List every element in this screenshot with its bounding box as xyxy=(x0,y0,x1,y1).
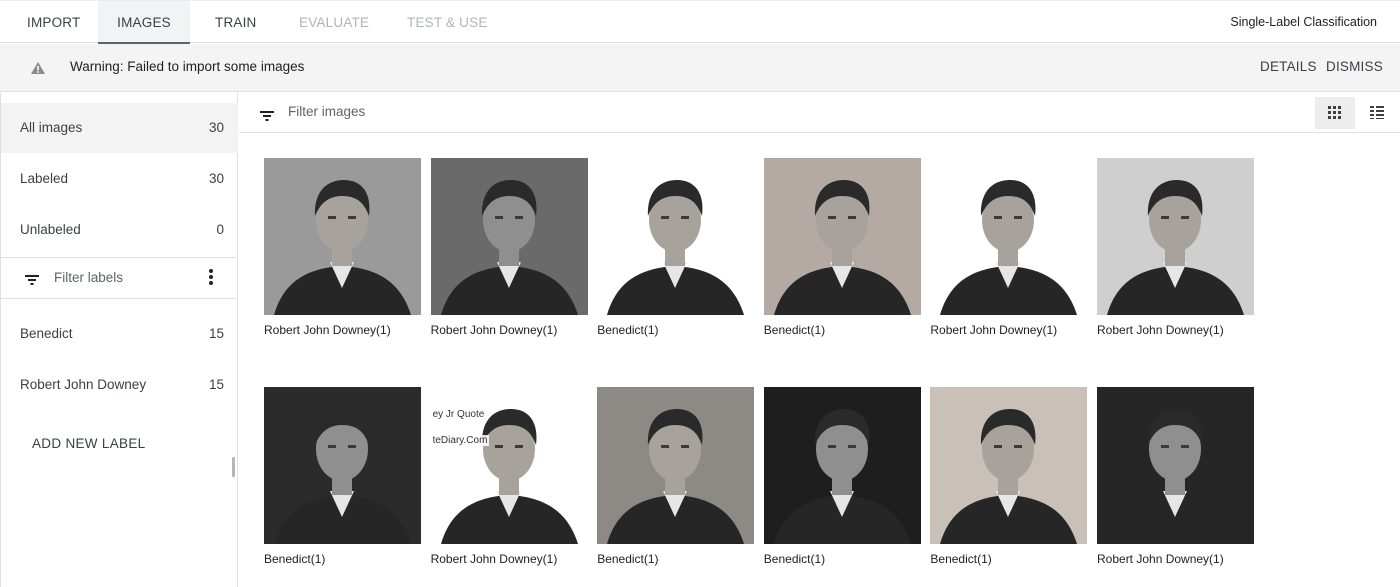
image-caption: Robert John Downey(1) xyxy=(1097,552,1224,566)
portrait-thumbnail[interactable] xyxy=(763,158,921,315)
sidebar-item-label: All images xyxy=(20,120,83,135)
filter-icon xyxy=(260,108,274,124)
tab-train[interactable]: TRAIN xyxy=(215,1,257,44)
sidebar-item-label: Unlabeled xyxy=(20,222,81,237)
portrait-thumbnail[interactable] xyxy=(597,158,755,315)
tab-import[interactable]: IMPORT xyxy=(27,1,80,44)
image-card[interactable]: Benedict(1) xyxy=(597,158,755,337)
portrait-thumbnail[interactable] xyxy=(1097,387,1254,544)
image-caption: Robert John Downey(1) xyxy=(264,323,391,337)
grid-view-button[interactable] xyxy=(1315,97,1355,129)
image-card[interactable]: Robert John Downey(1) xyxy=(1097,158,1255,337)
tab-evaluate: EVALUATE xyxy=(299,15,370,30)
sidebar-item-count: 30 xyxy=(208,171,224,186)
image-card[interactable]: Robert John Downey(1) xyxy=(1097,387,1255,566)
portrait-thumbnail[interactable] xyxy=(430,158,588,315)
filter-labels-field[interactable]: Filter labels xyxy=(1,258,238,298)
classification-mode-label: Single-Label Classification xyxy=(1230,15,1377,29)
sidebar-item-label: Robert John Downey xyxy=(20,377,147,392)
image-card[interactable]: ey Jr Quote teDiary.Com Robert John Downey… xyxy=(430,387,589,566)
sidebar-scrollbar[interactable] xyxy=(232,457,235,477)
portrait-thumbnail[interactable] xyxy=(930,387,1088,544)
image-card[interactable]: Benedict(1) xyxy=(930,387,1088,566)
image-card[interactable]: Benedict(1) xyxy=(763,158,922,337)
portrait-thumbnail[interactable] xyxy=(930,158,1088,315)
image-overlay-text: ey Jr Quote xyxy=(430,409,487,420)
more-options-icon[interactable] xyxy=(207,269,215,287)
portrait-thumbnail[interactable] xyxy=(597,387,755,544)
sidebar-item-count: 30 xyxy=(208,120,224,135)
portrait-thumbnail[interactable]: ey Jr Quote teDiary.Com xyxy=(430,387,588,544)
sidebar-divider xyxy=(1,298,238,299)
tab-images[interactable]: IMAGES xyxy=(98,1,190,44)
image-caption: Benedict(1) xyxy=(763,552,826,566)
image-caption: Robert John Downey(1) xyxy=(430,323,558,337)
sidebar-item-count: 15 xyxy=(208,326,224,341)
image-card[interactable]: Robert John Downey(1) xyxy=(430,158,589,337)
image-caption: Robert John Downey(1) xyxy=(930,323,1058,337)
image-caption: Robert John Downey(1) xyxy=(430,552,558,566)
image-card[interactable]: Robert John Downey(1) xyxy=(264,158,422,337)
image-card[interactable]: Robert John Downey(1) xyxy=(930,158,1088,337)
filter-icon xyxy=(25,272,39,288)
list-view-icon xyxy=(1370,106,1384,119)
grid-view-icon xyxy=(1328,106,1341,119)
tab-test-use: TEST & USE xyxy=(407,15,488,30)
image-caption: Benedict(1) xyxy=(763,323,826,337)
image-card[interactable]: Benedict(1) xyxy=(264,387,422,566)
details-button[interactable]: DETAILS xyxy=(1260,44,1317,90)
sidebar-item-count: 15 xyxy=(208,377,224,392)
sidebar-item-label: Labeled xyxy=(20,171,69,186)
warning-banner: Warning: Failed to import some images DE… xyxy=(0,44,1400,92)
tab-bar: IMPORT IMAGES TRAIN EVALUATE TEST & USE … xyxy=(0,0,1400,44)
image-caption: Benedict(1) xyxy=(597,552,659,566)
image-card[interactable]: Benedict(1) xyxy=(597,387,755,566)
image-card[interactable]: Benedict(1) xyxy=(763,387,922,566)
warning-icon xyxy=(30,60,46,76)
dismiss-button[interactable]: DISMISS xyxy=(1326,44,1383,90)
sidebar-item-robert-john-downey[interactable]: Robert John Downey 15 xyxy=(1,360,238,410)
image-caption: Benedict(1) xyxy=(930,552,992,566)
label-sidebar: All images 30 Labeled 30 Unlabeled 0 Fil… xyxy=(0,93,238,587)
sidebar-item-unlabeled[interactable]: Unlabeled 0 xyxy=(1,205,238,255)
portrait-thumbnail[interactable] xyxy=(763,387,921,544)
image-caption: Benedict(1) xyxy=(264,552,326,566)
list-view-button[interactable] xyxy=(1357,97,1397,129)
portrait-thumbnail[interactable] xyxy=(264,158,421,315)
sidebar-item-count: 0 xyxy=(216,222,224,237)
warning-message: Warning: Failed to import some images xyxy=(70,59,305,74)
filter-images-field[interactable]: Filter images xyxy=(288,93,365,131)
add-new-label-button[interactable]: ADD NEW LABEL xyxy=(32,436,145,451)
filter-labels-placeholder: Filter labels xyxy=(54,270,124,285)
sidebar-item-benedict[interactable]: Benedict 15 xyxy=(1,309,238,359)
portrait-thumbnail[interactable] xyxy=(1097,158,1254,315)
sidebar-item-all-images[interactable]: All images 30 xyxy=(1,103,238,153)
image-caption: Robert John Downey(1) xyxy=(1097,323,1224,337)
sidebar-item-labeled[interactable]: Labeled 30 xyxy=(1,154,238,204)
image-caption: Benedict(1) xyxy=(597,323,659,337)
portrait-thumbnail[interactable] xyxy=(264,387,421,544)
sidebar-item-label: Benedict xyxy=(20,326,73,341)
image-overlay-text: teDiary.Com xyxy=(430,435,490,446)
filter-images-bar: Filter images xyxy=(239,93,1400,133)
